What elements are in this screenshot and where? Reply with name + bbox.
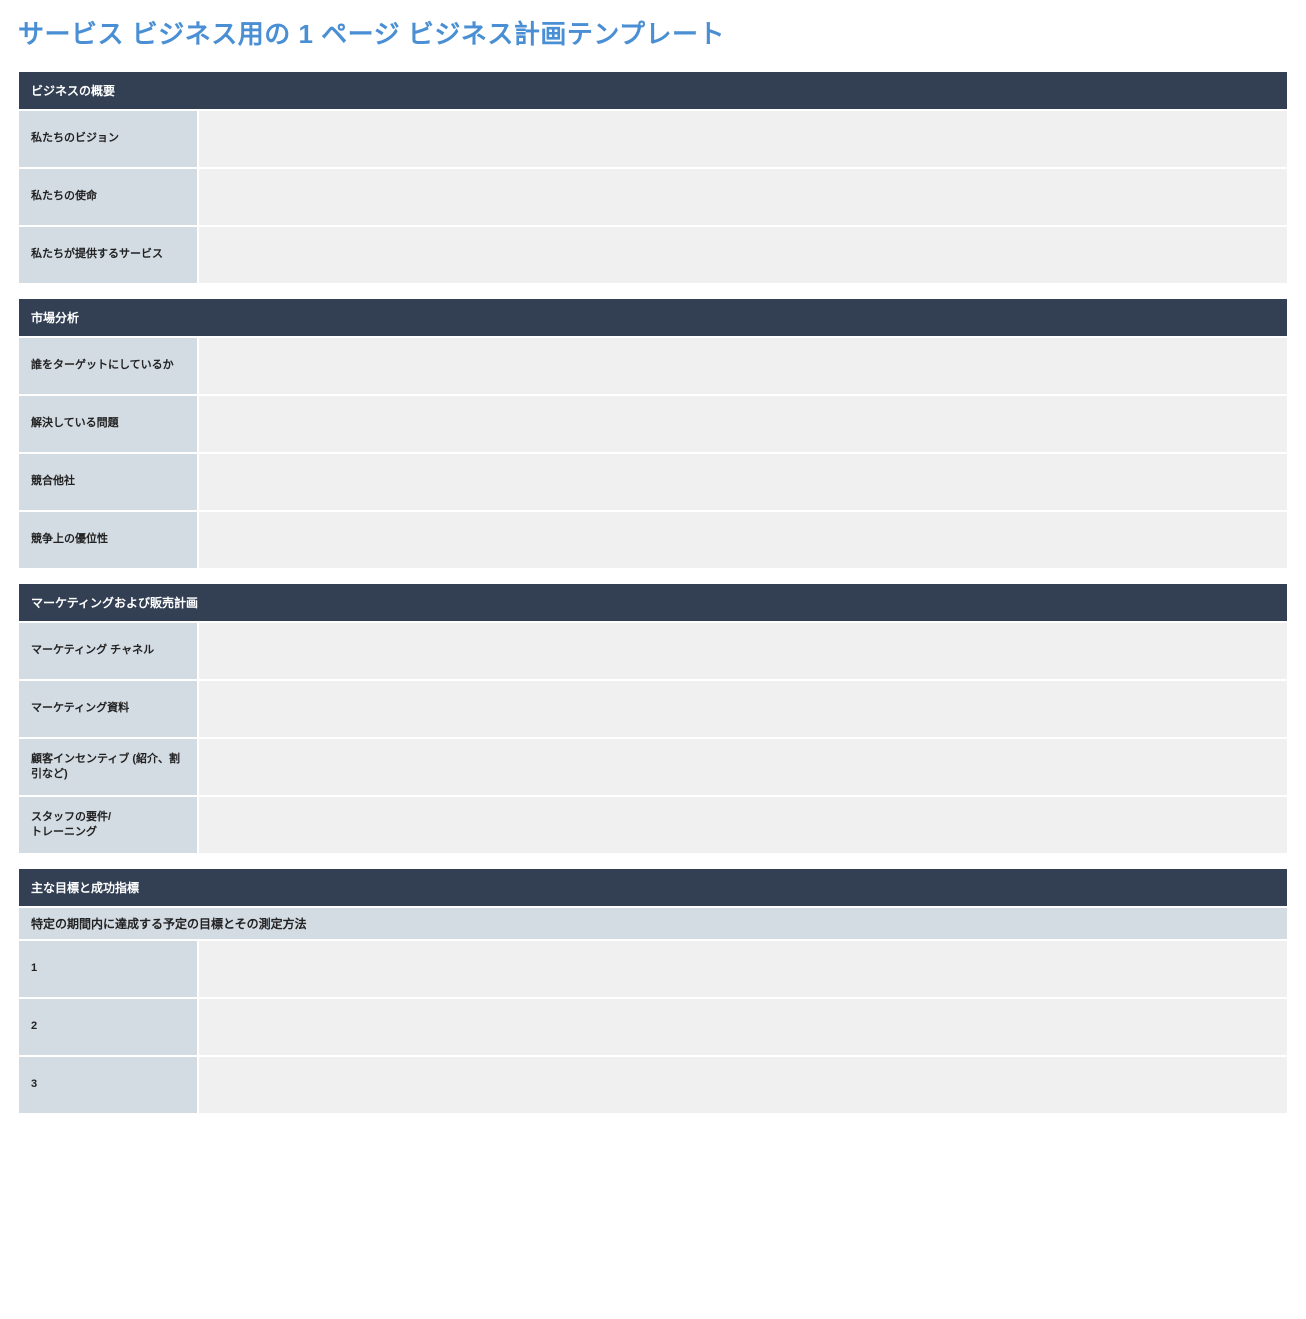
- row-label-staff: スタッフの要件/トレーニング: [19, 797, 197, 853]
- row-label-vision: 私たちのビジョン: [19, 111, 197, 167]
- row-label-channels: マーケティング チャネル: [19, 623, 197, 679]
- row-value[interactable]: [197, 396, 1287, 452]
- row-value[interactable]: [197, 169, 1287, 225]
- section-marketing-sales: マーケティングおよび販売計画 マーケティング チャネル マーケティング資料 顧客…: [18, 583, 1288, 854]
- row-label-mission: 私たちの使命: [19, 169, 197, 225]
- row-label-advantage: 競争上の優位性: [19, 512, 197, 568]
- row-value[interactable]: [197, 739, 1287, 795]
- row-value[interactable]: [197, 623, 1287, 679]
- row-label-materials: マーケティング資料: [19, 681, 197, 737]
- row-value[interactable]: [197, 338, 1287, 394]
- row-value[interactable]: [197, 941, 1287, 997]
- section-subheader: 特定の期間内に達成する予定の目標とその測定方法: [19, 906, 1287, 939]
- row-value[interactable]: [197, 227, 1287, 283]
- table-row: 3: [19, 1055, 1287, 1113]
- table-row: 競合他社: [19, 452, 1287, 510]
- table-row: 私たちが提供するサービス: [19, 225, 1287, 283]
- table-row: 2: [19, 997, 1287, 1055]
- section-goals: 主な目標と成功指標 特定の期間内に達成する予定の目標とその測定方法 1 2 3: [18, 868, 1288, 1114]
- table-row: 顧客インセンティブ (紹介、割引など): [19, 737, 1287, 795]
- page-title: サービス ビジネス用の 1 ページ ビジネス計画テンプレート: [18, 0, 1288, 71]
- row-label-services: 私たちが提供するサービス: [19, 227, 197, 283]
- row-label-problem: 解決している問題: [19, 396, 197, 452]
- table-row: 1: [19, 939, 1287, 997]
- table-row: 競争上の優位性: [19, 510, 1287, 568]
- table-row: 解決している問題: [19, 394, 1287, 452]
- table-row: 私たちの使命: [19, 167, 1287, 225]
- section-market-analysis: 市場分析 誰をターゲットにしているか 解決している問題 競合他社 競争上の優位性: [18, 298, 1288, 569]
- section-header: ビジネスの概要: [19, 72, 1287, 109]
- row-label-competitors: 競合他社: [19, 454, 197, 510]
- section-header: 市場分析: [19, 299, 1287, 336]
- table-row: マーケティング チャネル: [19, 621, 1287, 679]
- row-value[interactable]: [197, 1057, 1287, 1113]
- row-label-goal-3: 3: [19, 1057, 197, 1113]
- row-value[interactable]: [197, 454, 1287, 510]
- row-label-goal-2: 2: [19, 999, 197, 1055]
- row-value[interactable]: [197, 797, 1287, 853]
- section-header: マーケティングおよび販売計画: [19, 584, 1287, 621]
- row-label-target: 誰をターゲットにしているか: [19, 338, 197, 394]
- table-row: 誰をターゲットにしているか: [19, 336, 1287, 394]
- row-label-incentives: 顧客インセンティブ (紹介、割引など): [19, 739, 197, 795]
- row-value[interactable]: [197, 111, 1287, 167]
- table-row: 私たちのビジョン: [19, 109, 1287, 167]
- section-header: 主な目標と成功指標: [19, 869, 1287, 906]
- row-value[interactable]: [197, 999, 1287, 1055]
- table-row: スタッフの要件/トレーニング: [19, 795, 1287, 853]
- row-value[interactable]: [197, 681, 1287, 737]
- section-business-overview: ビジネスの概要 私たちのビジョン 私たちの使命 私たちが提供するサービス: [18, 71, 1288, 284]
- row-label-goal-1: 1: [19, 941, 197, 997]
- row-value[interactable]: [197, 512, 1287, 568]
- table-row: マーケティング資料: [19, 679, 1287, 737]
